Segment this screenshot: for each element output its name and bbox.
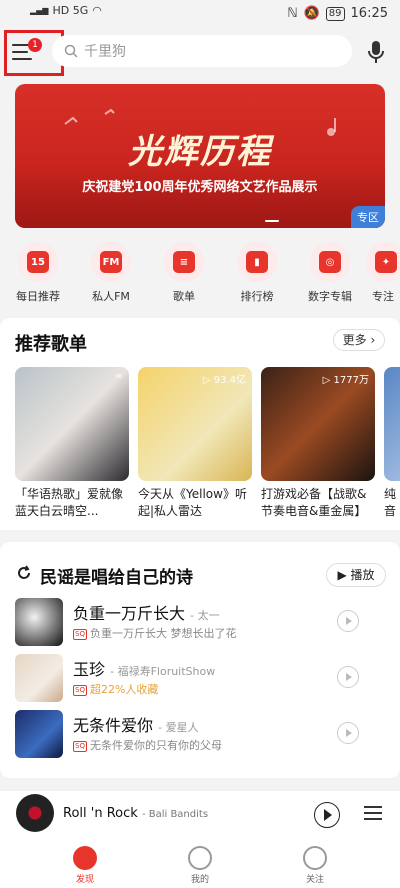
song-play-icon[interactable]	[337, 722, 359, 744]
wifi-icon: ◠	[92, 4, 102, 17]
play-all-button[interactable]: ▶ 播放	[326, 563, 386, 587]
now-playing-title[interactable]: Roll 'n Rock - Bali Bandits	[63, 806, 208, 821]
mute-icon: 🔕	[303, 6, 320, 21]
playlist-card[interactable]: ▷ 93.4亿 今天从《Yellow》听起|私人雷达	[138, 367, 252, 520]
quick-entry-fm[interactable]: FM 私人FM	[78, 242, 144, 304]
tab-follow[interactable]: 关注	[285, 846, 345, 885]
album-disc-icon[interactable]	[16, 794, 54, 832]
playlist-queue-icon[interactable]	[364, 806, 382, 822]
song-row[interactable]: 玉珍 - 福禄寿FloruitShow SQ 超22%人收藏	[15, 654, 385, 704]
playlist-title: 今天从《Yellow》听起|私人雷达	[138, 487, 247, 518]
song-artist: - 太一	[190, 609, 220, 622]
song-cover	[15, 710, 63, 758]
quick-entry-digital-album[interactable]: ◎ 数字专辑	[297, 242, 363, 304]
banner-title: 光辉历程	[128, 132, 272, 172]
song-subtitle: SQ 超22%人收藏	[73, 681, 158, 697]
playlist-title: 纯音乐 治愈系	[384, 487, 397, 518]
focus-icon: ✦	[366, 242, 400, 282]
song-artist: - 福禄寿FloruitShow	[110, 665, 216, 678]
refresh-icon[interactable]	[16, 565, 32, 581]
song-row[interactable]: 负重一万斤长大 - 太一 SQ 负重一万斤长大 梦想长出了花	[15, 598, 385, 648]
quick-entry-daily[interactable]: 15 每日推荐	[5, 242, 71, 304]
more-button[interactable]: 更多 ›	[333, 329, 385, 351]
playlist-card[interactable]: 纯音乐 治愈系	[384, 367, 400, 520]
collect-hint: 超22%人收藏	[89, 683, 159, 696]
song-subtitle: SQ 无条件爱你的只有你的父母	[73, 739, 222, 752]
tab-discover[interactable]: 发现	[55, 846, 115, 885]
play-count: ▷ 1777万	[322, 375, 369, 386]
microphone-icon[interactable]	[366, 40, 386, 64]
discover-icon	[73, 846, 97, 870]
status-left: ▂▄▆ HD 5G ◠	[30, 4, 102, 17]
quick-entry-playlist[interactable]: ≡ 歌单	[151, 242, 217, 304]
album-icon: ◎	[310, 242, 350, 282]
quick-entries: 15 每日推荐 FM 私人FM ≡ 歌单 ▮ 排行榜 ◎ 数字专辑 ✦ 专注	[0, 236, 400, 316]
tab-label: 关注	[305, 875, 324, 885]
search-input[interactable]: 千里狗	[52, 35, 352, 67]
sq-badge: SQ	[73, 629, 87, 640]
chart-icon: ▮	[237, 242, 277, 282]
search-placeholder: 千里狗	[84, 44, 126, 60]
song-artist: - 爱星人	[158, 721, 199, 734]
song-cover	[15, 654, 63, 702]
battery-icon: 89	[325, 6, 345, 21]
tab-label: 我的	[190, 875, 209, 885]
network-label: HD 5G	[52, 4, 89, 17]
sq-badge: SQ	[73, 685, 87, 696]
radio-icon: FM	[91, 242, 131, 282]
loop-icon: ∞	[114, 371, 123, 382]
now-playing-artist: - Bali Bandits	[141, 809, 209, 820]
quick-entry-label: 每日推荐	[16, 290, 60, 303]
search-icon	[64, 44, 78, 58]
song-subtitle: SQ 负重一万斤长大 梦想长出了花	[73, 627, 237, 640]
quick-entry-focus[interactable]: ✦ 专注	[366, 242, 400, 304]
banner[interactable]: 光辉历程 庆祝建党100周年优秀网络文艺作品展示 专区	[15, 84, 385, 228]
tab-label: 发现	[75, 875, 94, 885]
song-title: 负重一万斤长大 - 太一	[73, 604, 220, 623]
calendar-icon: 15	[18, 242, 58, 282]
quick-entry-charts[interactable]: ▮ 排行榜	[224, 242, 290, 304]
section-title: 民谣是唱给自己的诗	[40, 568, 193, 588]
status-time: 16:25	[350, 6, 388, 21]
quick-entry-label: 排行榜	[240, 290, 274, 303]
playlist-cover: ∞	[15, 367, 129, 481]
song-play-icon[interactable]	[337, 610, 359, 632]
quick-entry-label: 歌单	[173, 290, 195, 303]
playlist-icon: ≡	[164, 242, 204, 282]
playlist-cover	[384, 367, 400, 481]
follow-icon	[303, 846, 327, 870]
play-count: ▷ 93.4亿	[202, 375, 246, 386]
music-note-icon	[188, 846, 212, 870]
banner-indicator	[265, 220, 279, 222]
quick-entry-label: 专注	[372, 290, 394, 303]
banner-subtitle: 庆祝建党100周年优秀网络文艺作品展示	[82, 180, 318, 195]
status-right: ℕ 🔕 89 16:25	[287, 6, 388, 21]
play-all-label: 播放	[350, 568, 375, 582]
playlist-cover: ▷ 93.4亿	[138, 367, 252, 481]
sq-badge: SQ	[73, 741, 87, 752]
nfc-icon: ℕ	[287, 6, 298, 21]
signal-icon: ▂▄▆	[30, 6, 49, 15]
playlist-title: 「华语热歌」爱就像蓝天白云晴空...	[15, 487, 124, 518]
playlist-card[interactable]: ∞ 「华语热歌」爱就像蓝天白云晴空...	[15, 367, 129, 520]
song-play-icon[interactable]	[337, 666, 359, 688]
more-label: 更多	[342, 333, 367, 347]
song-title: 无条件爱你 - 爱星人	[73, 716, 199, 735]
tab-mine[interactable]: 我的	[170, 846, 230, 885]
playlist-title: 打游戏必备【战歌&节奏电音&重金属】	[261, 487, 367, 518]
playlist-cover: ▷ 1777万	[261, 367, 375, 481]
playlist-card[interactable]: ▷ 1777万 打游戏必备【战歌&节奏电音&重金属】	[261, 367, 375, 520]
quick-entry-label: 数字专辑	[308, 290, 352, 303]
quick-entry-label: 私人FM	[92, 290, 130, 303]
notification-badge: 1	[28, 38, 42, 52]
song-title: 玉珍 - 福禄寿FloruitShow	[73, 660, 216, 679]
play-button[interactable]	[314, 802, 340, 828]
song-row[interactable]: 无条件爱你 - 爱星人 SQ 无条件爱你的只有你的父母	[15, 710, 385, 760]
section-title: 推荐歌单	[15, 334, 87, 355]
status-bar: ▂▄▆ HD 5G ◠ ℕ 🔕 89 16:25	[0, 0, 400, 28]
banner-tag: 专区	[351, 206, 385, 228]
song-cover	[15, 598, 63, 646]
